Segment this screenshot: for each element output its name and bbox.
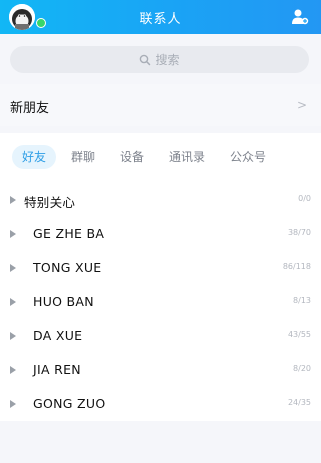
friend-group[interactable]: JIA REN 8/20 xyxy=(0,353,321,387)
search-section: 搜索 xyxy=(0,34,321,84)
search-icon xyxy=(140,54,151,65)
group-name: GONG ZUO xyxy=(33,396,106,411)
search-input[interactable]: 搜索 xyxy=(10,46,309,73)
tab-friends[interactable]: 好友 xyxy=(12,145,57,169)
group-count: 86/118 xyxy=(282,262,311,271)
expand-arrow-icon xyxy=(10,400,16,408)
expand-arrow-icon xyxy=(10,332,16,340)
friend-group[interactable]: GONG ZUO 24/35 xyxy=(0,387,321,421)
tab-groups[interactable]: 群聊 xyxy=(71,145,95,169)
group-name: DA XUE xyxy=(33,328,83,343)
group-name: JIA REN xyxy=(33,362,81,377)
friend-group[interactable]: HUO BAN 8/13 xyxy=(0,285,321,319)
new-friends-label: 新朋友 xyxy=(10,101,50,116)
bottom-spacer xyxy=(0,421,321,463)
expand-arrow-icon xyxy=(10,230,16,238)
group-name: HUO BAN xyxy=(33,294,94,309)
group-count: 38/70 xyxy=(287,228,311,237)
page-title: 联系人 xyxy=(139,12,182,27)
group-name: GE ZHE BA xyxy=(33,226,105,241)
contacts-panel: 好友 群聊 设备 通讯录 公众号 特别关心 0/0 GE ZHE BA 38/7… xyxy=(0,133,321,421)
group-name: TONG XUE xyxy=(33,260,102,275)
friend-group[interactable]: GE ZHE BA 38/70 xyxy=(0,217,321,251)
add-contact-icon xyxy=(292,9,309,25)
friend-group[interactable]: TONG XUE 86/118 xyxy=(0,251,321,285)
group-count: 43/55 xyxy=(287,330,311,339)
friend-group[interactable]: DA XUE 43/55 xyxy=(0,319,321,353)
contact-tabs: 好友 群聊 设备 通讯录 公众号 xyxy=(0,145,321,171)
group-count: 8/13 xyxy=(293,296,311,305)
tab-official-accounts[interactable]: 公众号 xyxy=(230,145,266,169)
group-count: 24/35 xyxy=(287,398,311,407)
group-count: 0/0 xyxy=(298,194,311,203)
new-friends-row[interactable]: 新朋友 > xyxy=(0,84,321,126)
group-name: 特别关心 xyxy=(24,195,76,210)
friend-group[interactable]: 特别关心 0/0 xyxy=(0,183,321,217)
expand-arrow-icon xyxy=(10,298,16,306)
app-header: 联系人 xyxy=(0,0,321,34)
expand-arrow-icon xyxy=(10,366,16,374)
expand-arrow-icon xyxy=(10,264,16,272)
tab-address-book[interactable]: 通讯录 xyxy=(169,145,205,169)
tab-devices[interactable]: 设备 xyxy=(120,145,144,169)
chevron-right-icon: > xyxy=(296,98,307,112)
group-count: 8/20 xyxy=(293,364,311,373)
expand-arrow-icon xyxy=(10,196,16,204)
add-contact-button[interactable] xyxy=(291,8,309,26)
search-placeholder: 搜索 xyxy=(155,53,180,67)
